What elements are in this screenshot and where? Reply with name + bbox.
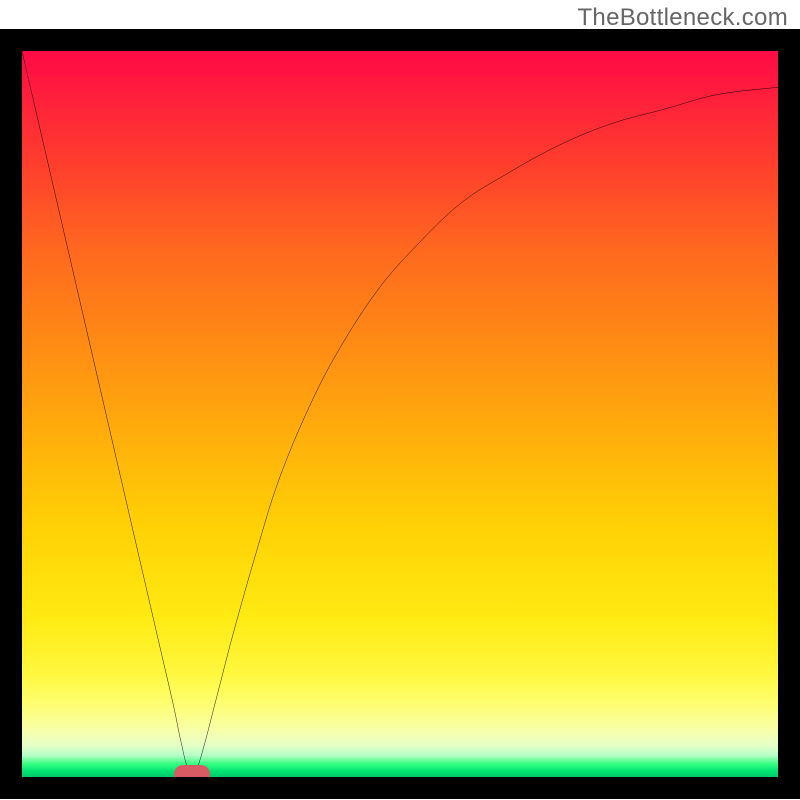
chart-frame [0,29,800,799]
plot-area [22,51,778,777]
bottleneck-curve-path [22,51,778,773]
chart-stage: TheBottleneck.com [0,0,800,800]
watermark-text: TheBottleneck.com [577,4,788,32]
curve-svg [22,51,778,777]
optimal-marker [174,765,210,777]
